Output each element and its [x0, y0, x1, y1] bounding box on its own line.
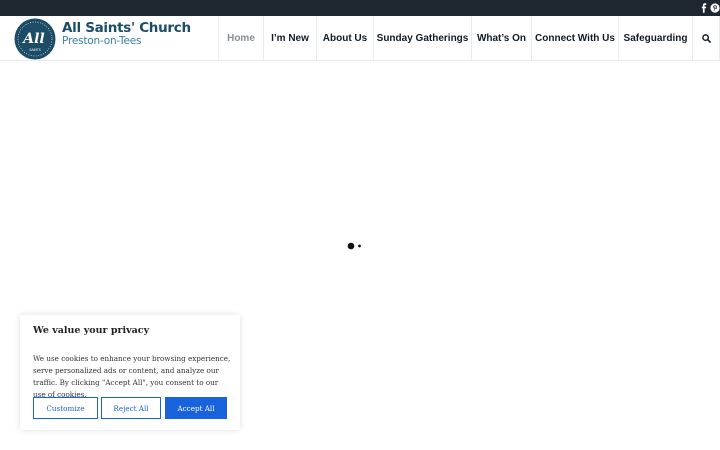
cookie-banner-text: We use cookies to enhance your browsing … — [33, 354, 231, 399]
cookie-consent-banner: We value your privacy We use cookies to … — [20, 315, 240, 430]
loading-dots-icon — [347, 242, 361, 250]
nav-about-us[interactable]: About Us — [316, 16, 373, 61]
nav-home[interactable]: Home — [218, 16, 263, 61]
top-bar — [0, 0, 720, 16]
nav-connect-with-us[interactable]: Connect With Us — [531, 16, 618, 61]
facebook-icon[interactable] — [699, 3, 709, 13]
logo-monogram: All — [21, 31, 45, 47]
site-header: All SAINTS All Saints' Church Preston-on… — [0, 16, 720, 61]
site-title[interactable]: All Saints' Church — [62, 20, 191, 36]
reject-all-button[interactable]: Reject All — [101, 397, 161, 419]
search-button[interactable] — [692, 16, 720, 61]
nav-im-new[interactable]: I’m New — [263, 16, 316, 61]
church-logo[interactable]: All SAINTS — [14, 18, 56, 60]
nav-safeguarding[interactable]: Safeguarding — [618, 16, 692, 61]
search-icon — [701, 34, 711, 43]
customize-button[interactable]: Customize — [33, 397, 98, 419]
cookie-banner-title: We value your privacy — [33, 325, 150, 336]
logo-ring-text: SAINTS — [29, 48, 41, 52]
accept-all-button[interactable]: Accept All — [165, 397, 227, 419]
nav-whats-on[interactable]: What’s On — [471, 16, 531, 61]
pinterest-icon[interactable] — [710, 3, 720, 13]
site-subtitle: Preston-on-Tees — [62, 35, 142, 47]
nav-sunday-gatherings[interactable]: Sunday Gatherings — [373, 16, 471, 61]
